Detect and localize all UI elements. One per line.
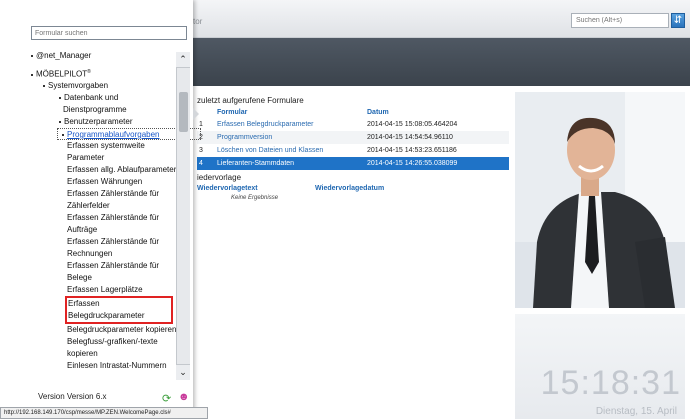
wiedervorlage-title: iedervorlage xyxy=(197,173,242,182)
menu-item[interactable]: Erfassen systemweite xyxy=(29,140,175,152)
tree-node-net-manager[interactable]: @net_Manager xyxy=(29,50,175,62)
tree-node-datenbank-cont[interactable]: Dienstprogramme xyxy=(29,104,175,116)
bullet-icon xyxy=(31,73,33,76)
wiedervorlage-header: Wiedervorlagetext Wiedervorlagedatum xyxy=(197,185,509,192)
bullet-icon xyxy=(59,96,61,99)
form-menu-panel: @net_Manager MÖBELPILOT® Systemvorgaben … xyxy=(0,0,201,419)
menu-item[interactable]: Erfassen Zählerstände für xyxy=(29,188,175,200)
menu-item-label: Belegdruckparameter xyxy=(68,311,145,320)
tree-node-benutzerparameter[interactable]: Benutzerparameter xyxy=(29,116,175,128)
row-form-link[interactable]: Löschen von Dateien und Klassen xyxy=(215,144,365,157)
tree-node-label: Datenbank und xyxy=(64,93,119,102)
bullet-icon xyxy=(59,120,61,123)
tree-node-label: Benutzerparameter xyxy=(64,117,133,126)
tree-node-label: MÖBELPILOT xyxy=(36,69,88,79)
tree-node-datenbank[interactable]: Datenbank und xyxy=(29,92,175,104)
browser-statusbar: http://192.168.149.170/csp/messe/MP.ZEN.… xyxy=(0,407,208,419)
menu-item-label: Erfassen xyxy=(68,299,100,308)
menu-item[interactable]: Belegdruckparameter kopieren xyxy=(29,324,176,336)
col-formular: Formular xyxy=(217,109,248,116)
menu-item[interactable]: Erfassen Zählerstände für xyxy=(29,260,175,272)
table-row[interactable]: 2 Programmversion 2014-04-15 14:54:54.96… xyxy=(197,131,509,144)
row-form-link[interactable]: Programmversion xyxy=(215,131,365,144)
search-go-icon[interactable]: ⇵ xyxy=(671,13,685,28)
menu-item[interactable]: Erfassen Lagerplätze xyxy=(29,284,175,296)
menu-item[interactable]: Einlesen Intrastat-Nummern xyxy=(29,360,175,372)
menu-item[interactable]: Zählerfelder xyxy=(29,200,175,212)
menu-tree: @net_Manager MÖBELPILOT® Systemvorgaben … xyxy=(29,50,201,372)
recent-forms-section: zuletzt aufgerufene Formulare Formular D… xyxy=(197,96,509,170)
tree-node-label: Systemvorgaben xyxy=(48,81,109,90)
menu-item[interactable]: Belege xyxy=(29,272,175,284)
menu-item[interactable]: Erfassen Währungen xyxy=(29,176,175,188)
clock-time: 15:18:31 xyxy=(540,364,681,402)
table-row[interactable]: 1 Erfassen Belegdruckparameter 2014-04-1… xyxy=(197,118,509,131)
col-wiedervorlagedatum: Wiedervorlagedatum xyxy=(315,185,385,192)
col-datum: Datum xyxy=(367,109,389,116)
scroll-up-icon[interactable]: ⌃ xyxy=(176,52,190,68)
menu-top xyxy=(0,0,193,46)
form-search-input[interactable] xyxy=(31,26,187,40)
row-date: 2014-04-15 14:53:23.651186 xyxy=(367,147,457,154)
panel-expander-icon[interactable] xyxy=(193,108,199,120)
menu-item-belegdruckparameter-selected[interactable]: Erfassen Belegdruckparameter xyxy=(65,296,173,324)
global-search-input[interactable] xyxy=(571,13,669,28)
row-date: 2014-04-15 15:08:05.464204 xyxy=(367,121,458,128)
menu-item[interactable]: Belegfuss/-grafiken/-texte xyxy=(29,336,175,348)
tree-node-label: Programmablaufvorgaben xyxy=(67,130,160,139)
menu-item[interactable]: kopieren xyxy=(29,348,175,360)
row-date: 2014-04-15 14:54:54.96110 xyxy=(365,131,509,144)
version-label: Version Version 6.x xyxy=(38,392,107,401)
tree-node-label: @net_Manager xyxy=(36,51,92,60)
row-number: 3 xyxy=(199,147,203,154)
clock-date: Dienstag, 15. April xyxy=(595,406,677,417)
tree-node-moebelpilot[interactable]: MÖBELPILOT® xyxy=(29,66,175,79)
col-wiedervorlagetext: Wiedervorlagetext xyxy=(197,185,258,192)
col-number xyxy=(197,107,215,118)
table-row[interactable]: 4 Lieferanten-Stammdaten 2014-04-15 14:2… xyxy=(197,157,509,170)
scroll-thumb[interactable] xyxy=(179,92,188,132)
header-faint-text: tor xyxy=(193,17,203,26)
clock-panel: 15:18:31 Dienstag, 15. April xyxy=(515,314,685,419)
table-row[interactable]: 3 Löschen von Dateien und Klassen 2014-0… xyxy=(197,144,509,157)
user-icon[interactable]: ☻ xyxy=(178,391,190,403)
recent-forms-title: zuletzt aufgerufene Formulare xyxy=(197,96,304,105)
wiedervorlage-empty: Keine Ergebnisse xyxy=(231,195,279,201)
registered-mark: ® xyxy=(87,69,91,75)
scroll-down-icon[interactable]: ⌄ xyxy=(176,364,190,380)
tree-node-systemvorgaben[interactable]: Systemvorgaben xyxy=(29,80,175,92)
bullet-icon xyxy=(62,133,64,136)
welcome-photo xyxy=(515,92,685,308)
menu-item[interactable]: Erfassen Zählerstände für xyxy=(29,212,175,224)
row-form-link[interactable]: Lieferanten-Stammdaten xyxy=(215,157,365,170)
row-date: 2014-04-15 14:26:55.038099 xyxy=(365,157,509,170)
recent-forms-table: Formular Datum 1 Erfassen Belegdruckpara… xyxy=(197,107,509,170)
menu-item[interactable]: Parameter xyxy=(29,152,175,164)
row-number: 4 xyxy=(197,157,215,170)
bullet-icon xyxy=(31,54,33,57)
menu-item[interactable]: Erfassen Zählerstände für xyxy=(29,236,175,248)
refresh-icon[interactable]: ⟳ xyxy=(162,392,171,405)
menu-item[interactable]: Erfassen allg. Ablaufparameter xyxy=(29,164,176,176)
menu-item[interactable]: Aufträge xyxy=(29,224,175,236)
menu-item[interactable]: Rechnungen xyxy=(29,248,175,260)
wiedervorlage-section: iedervorlage Wiedervorlagetext Wiedervor… xyxy=(197,173,509,201)
bullet-icon xyxy=(43,84,45,87)
row-form-link[interactable]: Erfassen Belegdruckparameter xyxy=(215,118,365,131)
